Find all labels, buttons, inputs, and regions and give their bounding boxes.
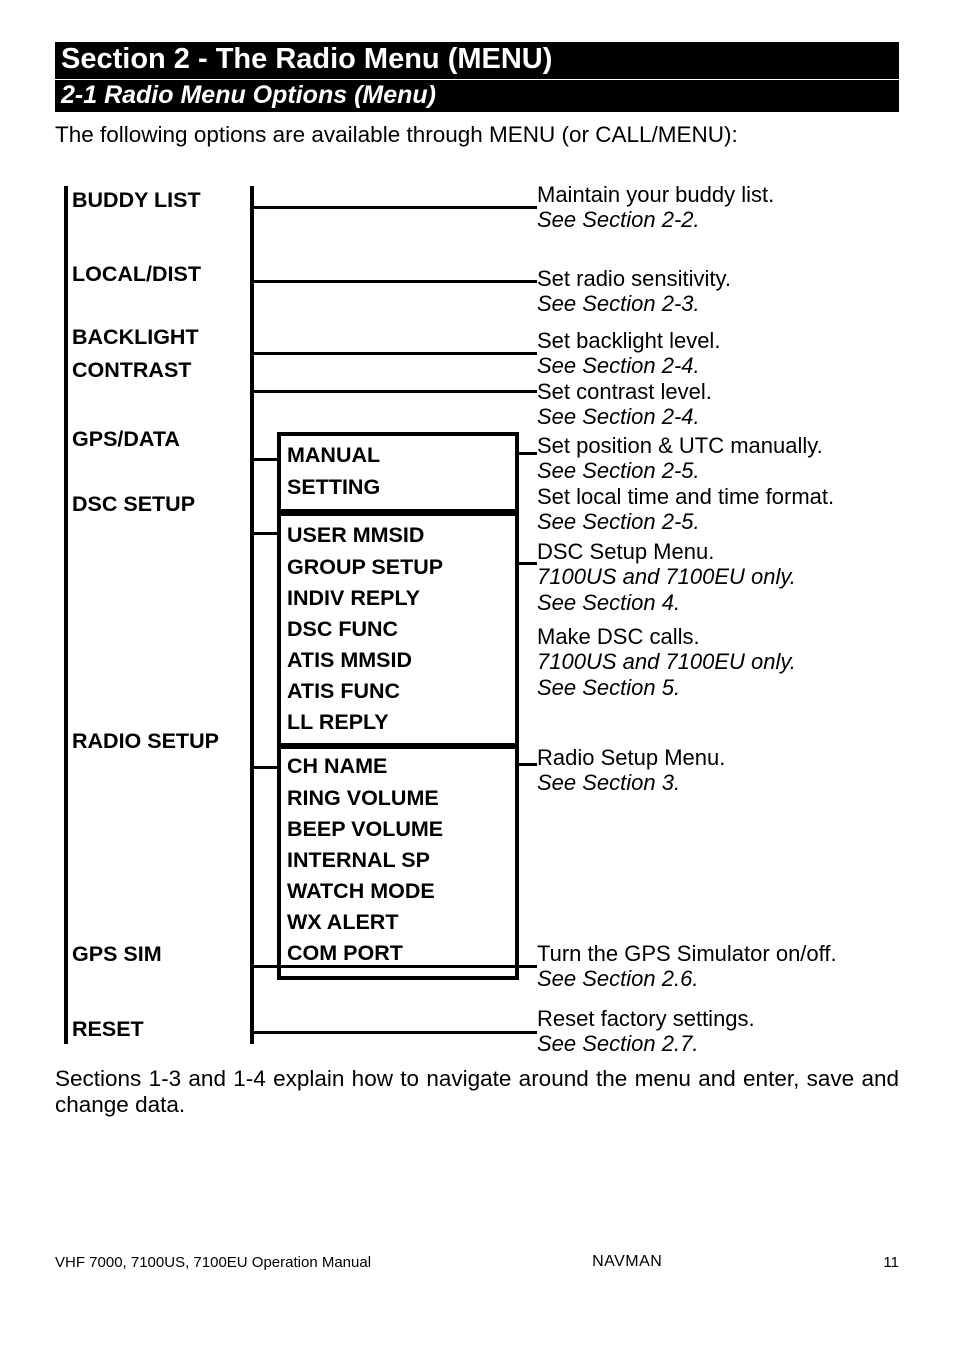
radio-ch-name: CH NAME	[287, 751, 509, 782]
gps-setting: SETTING	[287, 472, 509, 503]
menu-backlight: BACKLIGHT	[68, 325, 250, 350]
footer-left: VHF 7000, 7100US, 7100EU Operation Manua…	[55, 1254, 371, 1271]
desc-radio: Radio Setup Menu. See Section 3.	[537, 745, 907, 795]
menu-buddy-list: BUDDY LIST	[68, 188, 250, 213]
dsc-indiv-reply: INDIV REPLY	[287, 583, 509, 614]
dsc-dsc-func: DSC FUNC	[287, 614, 509, 645]
menu-diagram: BUDDY LIST LOCAL/DIST BACKLIGHT CONTRAST…	[55, 186, 899, 1056]
desc-gps1-ref: See Section 2-5.	[537, 458, 907, 483]
desc-radio-ref: See Section 3.	[537, 770, 907, 795]
desc-gps: Set position & UTC manually. See Section…	[537, 433, 907, 533]
radio-wx-alert: WX ALERT	[287, 907, 509, 938]
section-header: Section 2 - The Radio Menu (MENU)	[55, 42, 899, 79]
desc-dsc1-text: DSC Setup Menu.	[537, 539, 907, 564]
dsc-ll-reply: LL REPLY	[287, 707, 509, 738]
footer-page-number: 11	[883, 1254, 899, 1271]
desc-contrast-ref: See Section 2-4.	[537, 404, 907, 429]
dsc-atis-func: ATIS FUNC	[287, 676, 509, 707]
radio-beep-volume: BEEP VOLUME	[287, 814, 509, 845]
desc-dsc2-note: 7100US and 7100EU only.	[537, 649, 907, 674]
desc-gpssim: Turn the GPS Simulator on/off. See Secti…	[537, 941, 907, 991]
menu-reset: RESET	[68, 1017, 250, 1042]
desc-backlight: Set backlight level. See Section 2-4.	[537, 328, 907, 378]
menu-gps-sim: GPS SIM	[68, 942, 250, 967]
desc-contrast: Set contrast level. See Section 2-4.	[537, 379, 907, 429]
desc-backlight-text: Set backlight level.	[537, 328, 907, 353]
desc-gpssim-text: Turn the GPS Simulator on/off.	[537, 941, 907, 966]
desc-buddy: Maintain your buddy list. See Section 2-…	[537, 182, 907, 232]
menu-dsc-setup: DSC SETUP	[68, 492, 250, 517]
desc-buddy-ref: See Section 2-2.	[537, 207, 907, 232]
desc-local-text: Set radio sensitivity.	[537, 266, 907, 291]
intro-text: The following options are available thro…	[55, 122, 899, 148]
gps-manual: MANUAL	[287, 440, 509, 471]
radio-ring-volume: RING VOLUME	[287, 783, 509, 814]
dsc-user-mmsid: USER MMSID	[287, 520, 509, 551]
desc-contrast-text: Set contrast level.	[537, 379, 907, 404]
radio-watch-mode: WATCH MODE	[287, 876, 509, 907]
desc-gps2-ref: See Section 2-5.	[537, 509, 907, 534]
subsection-header: 2-1 Radio Menu Options (Menu)	[55, 79, 899, 113]
desc-dsc1-ref: See Section 4.	[537, 590, 907, 615]
desc-gps2-text: Set local time and time format.	[537, 484, 907, 509]
desc-dsc1-note: 7100US and 7100EU only.	[537, 564, 907, 589]
footer-center: NAVMAN	[592, 1253, 662, 1271]
menu-local-dist: LOCAL/DIST	[68, 262, 250, 287]
outro-text: Sections 1-3 and 1-4 explain how to navi…	[55, 1066, 899, 1118]
radio-internal-sp: INTERNAL SP	[287, 845, 509, 876]
dsc-atis-mmsid: ATIS MMSID	[287, 645, 509, 676]
desc-radio-text: Radio Setup Menu.	[537, 745, 907, 770]
desc-reset: Reset factory settings. See Section 2.7.	[537, 1006, 907, 1056]
desc-local: Set radio sensitivity. See Section 2-3.	[537, 266, 907, 316]
menu-contrast: CONTRAST	[68, 358, 250, 383]
desc-reset-text: Reset factory settings.	[537, 1006, 907, 1031]
desc-gpssim-ref: See Section 2.6.	[537, 966, 907, 991]
page-footer: VHF 7000, 7100US, 7100EU Operation Manua…	[55, 1253, 899, 1271]
desc-backlight-ref: See Section 2-4.	[537, 353, 907, 378]
desc-buddy-text: Maintain your buddy list.	[537, 182, 907, 207]
desc-local-ref: See Section 2-3.	[537, 291, 907, 316]
desc-gps1-text: Set position & UTC manually.	[537, 433, 907, 458]
menu-radio-setup: RADIO SETUP	[68, 729, 250, 754]
desc-dsc2-text: Make DSC calls.	[537, 624, 907, 649]
desc-reset-ref: See Section 2.7.	[537, 1031, 907, 1056]
desc-dsc1: DSC Setup Menu. 7100US and 7100EU only. …	[537, 539, 907, 614]
desc-dsc2: Make DSC calls. 7100US and 7100EU only. …	[537, 624, 907, 699]
desc-dsc2-ref: See Section 5.	[537, 675, 907, 700]
dsc-group-setup: GROUP SETUP	[287, 552, 509, 583]
menu-gps-data: GPS/DATA	[68, 427, 250, 452]
